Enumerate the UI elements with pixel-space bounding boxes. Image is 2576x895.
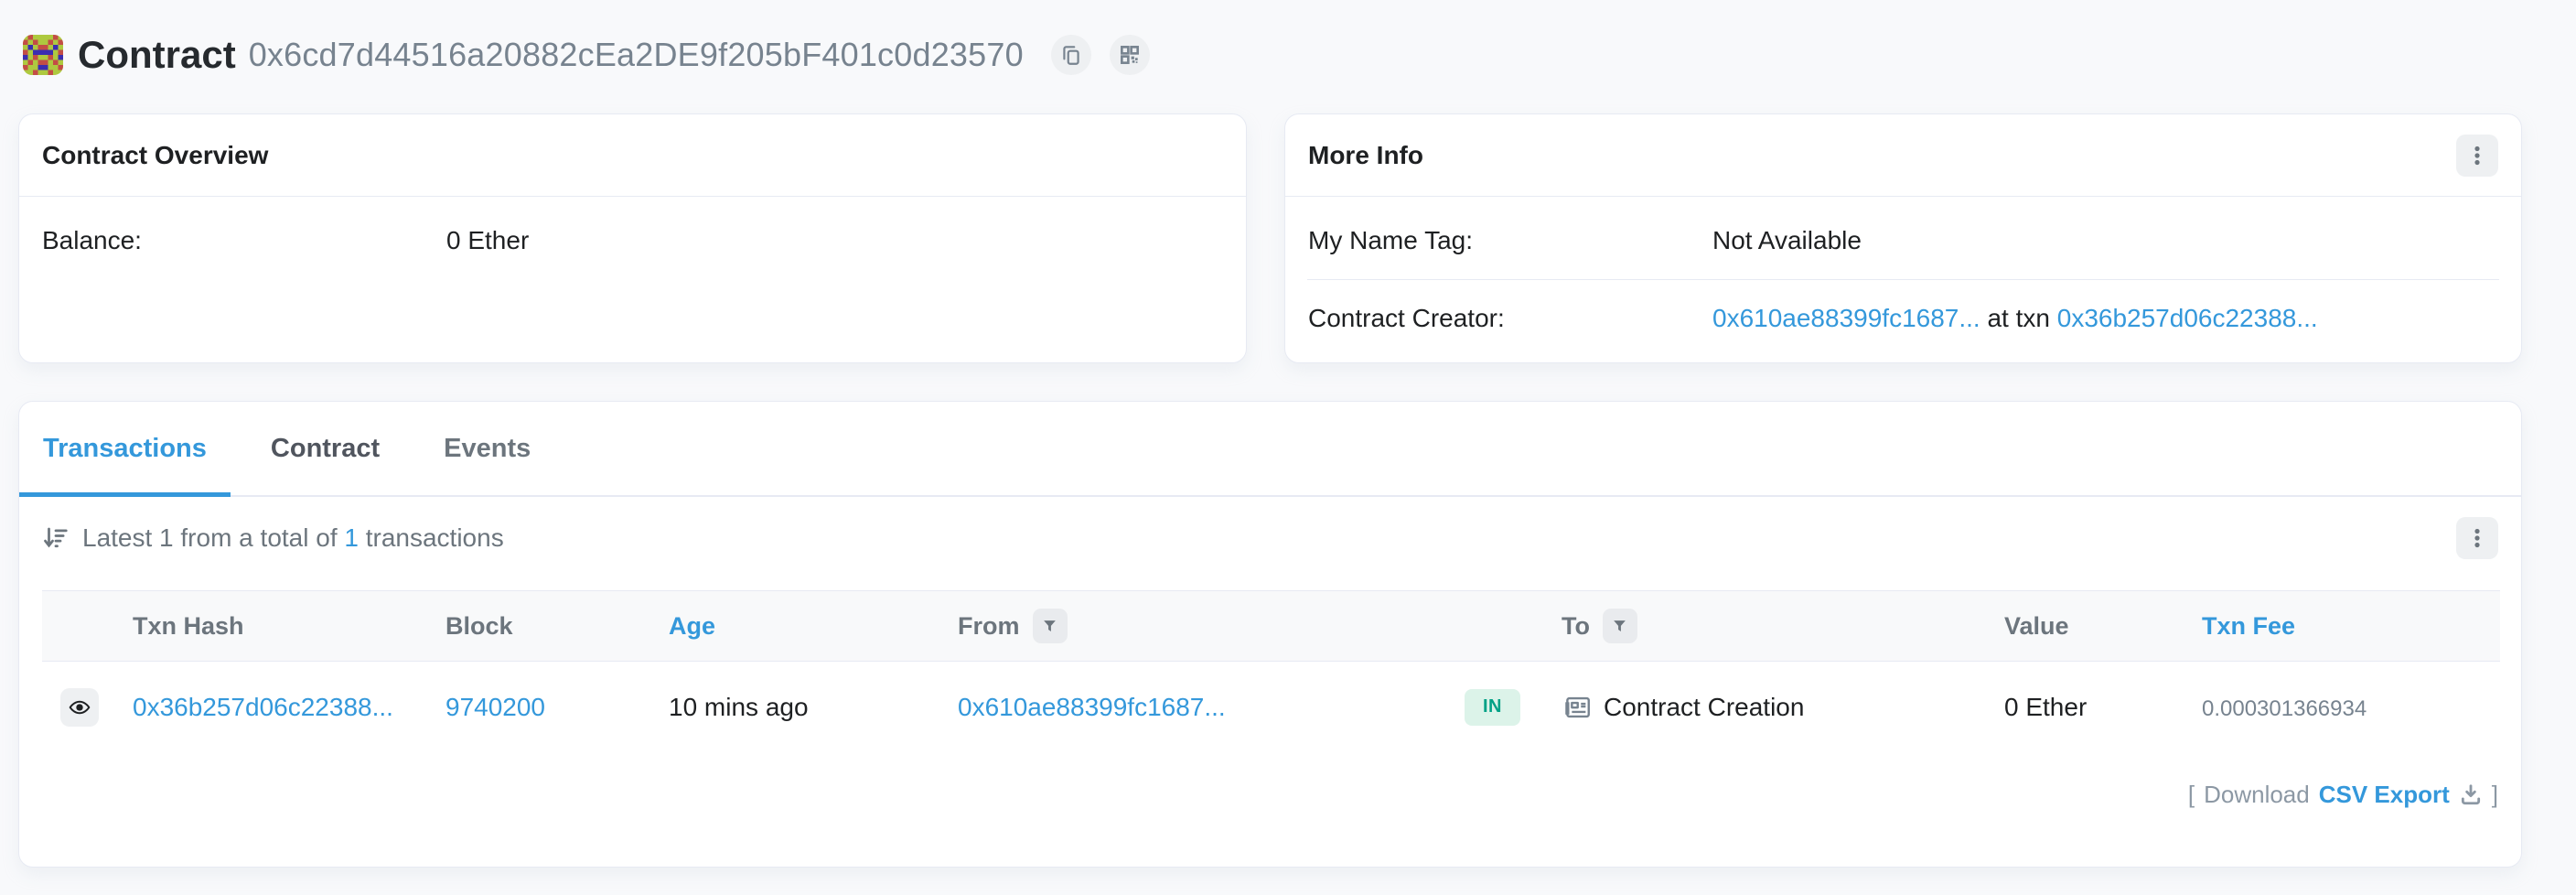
contract-creator-value: 0x610ae88399fc1687... at txn 0x36b257d06…	[1712, 304, 2318, 333]
creator-connector-text: at txn	[1987, 304, 2049, 332]
tab-transactions-label: Transactions	[43, 434, 207, 464]
balance-row: Balance: 0 Ether	[19, 197, 1246, 279]
tab-events[interactable]: Events	[420, 402, 554, 495]
transactions-card: Transactions Contract Events	[18, 401, 2522, 868]
to-text: Contract Creation	[1604, 693, 1804, 722]
column-header-to: To	[1547, 591, 2004, 662]
name-tag-row: My Name Tag: Not Available	[1285, 197, 2521, 279]
contract-overview-header: Contract Overview	[19, 114, 1246, 197]
tab-bar: Transactions Contract Events	[19, 402, 2521, 497]
column-header-txn-hash: Txn Hash	[133, 591, 445, 662]
summary-count-link[interactable]: 1	[344, 523, 359, 552]
table-header-row: Txn Hash Block Age From	[42, 591, 2500, 662]
more-info-card: More Info My Name Tag: Not Available Con…	[1284, 113, 2522, 363]
csv-bracket-close: ]	[2492, 781, 2498, 809]
filter-icon	[1611, 618, 1628, 635]
column-header-from-label: From	[958, 612, 1020, 641]
transactions-summary-row: Latest 1 from a total of 1 transactions	[19, 497, 2521, 559]
page-title: Contract	[78, 33, 236, 77]
kebab-menu-icon	[2466, 145, 2488, 167]
from-filter-button[interactable]	[1033, 609, 1068, 643]
creator-address-link[interactable]: 0x610ae88399fc1687...	[1712, 304, 1980, 332]
tab-contract-label: Contract	[271, 434, 380, 464]
column-header-age[interactable]: Age	[669, 591, 958, 662]
balance-label: Balance:	[42, 226, 446, 255]
table-row: 0x36b257d06c22388... 9740200 10 mins ago…	[42, 662, 2500, 753]
identicon-image	[23, 35, 63, 75]
eye-icon	[68, 696, 91, 719]
to-cell: Contract Creation	[1547, 662, 2004, 753]
contract-creator-label: Contract Creator:	[1308, 304, 1712, 333]
copy-icon	[1059, 43, 1083, 67]
name-tag-label: My Name Tag:	[1308, 226, 1712, 255]
column-header-to-label: To	[1562, 612, 1590, 641]
download-icon	[2459, 782, 2483, 806]
contract-overview-title: Contract Overview	[42, 141, 268, 170]
block-link[interactable]: 9740200	[445, 693, 545, 721]
tab-contract[interactable]: Contract	[247, 402, 403, 495]
qrcode-icon	[1118, 43, 1142, 67]
active-tab-underline	[19, 492, 231, 497]
from-address-link[interactable]: 0x610ae88399fc1687...	[958, 693, 1226, 721]
transactions-summary: Latest 1 from a total of 1 transactions	[42, 523, 504, 553]
column-header-txn-fee[interactable]: Txn Fee	[2202, 591, 2500, 662]
header-direction-spacer	[1455, 591, 1547, 662]
transactions-table: Txn Hash Block Age From	[42, 590, 2500, 753]
summary-cards-row: Contract Overview Balance: 0 Ether More …	[18, 113, 2522, 363]
summary-suffix-text: transactions	[366, 523, 504, 552]
transactions-table-zone: Txn Hash Block Age From	[42, 590, 2498, 753]
txn-hash-link[interactable]: 0x36b257d06c22388...	[133, 693, 393, 721]
tab-events-label: Events	[444, 434, 531, 464]
kebab-menu-icon	[2466, 527, 2488, 549]
contract-address: 0x6cd7d44516a20882cEa2DE9f205bF401c0d235…	[249, 36, 1024, 74]
column-header-from: From	[958, 591, 1455, 662]
csv-export-row: [ Download CSV Export ]	[42, 781, 2498, 809]
tab-transactions[interactable]: Transactions	[19, 402, 231, 495]
more-info-title: More Info	[1308, 141, 1423, 170]
header-actions	[1051, 35, 1150, 75]
name-tag-value: Not Available	[1712, 226, 1862, 255]
direction-cell: IN	[1455, 662, 1547, 753]
csv-export-link[interactable]: CSV Export	[2319, 781, 2450, 809]
txn-fee-value: 0.000301366934	[2202, 696, 2367, 721]
qr-code-button[interactable]	[1110, 35, 1150, 75]
txn-preview-button[interactable]	[60, 688, 99, 727]
contract-identicon	[23, 35, 63, 75]
value-cell: 0 Ether	[2004, 662, 2202, 753]
summary-prefix-text: Latest 1 from a total of	[82, 523, 338, 552]
header-eye-spacer	[42, 591, 133, 662]
copy-address-button[interactable]	[1051, 35, 1091, 75]
transactions-menu-button[interactable]	[2456, 517, 2498, 559]
age-cell: 10 mins ago	[669, 662, 958, 753]
to-filter-button[interactable]	[1603, 609, 1637, 643]
csv-bracket-open: [	[2188, 781, 2195, 809]
page: Contract 0x6cd7d44516a20882cEa2DE9f205bF…	[0, 0, 2576, 868]
balance-value: 0 Ether	[446, 226, 529, 255]
more-info-header: More Info	[1285, 114, 2521, 197]
creator-txn-link[interactable]: 0x36b257d06c22388...	[2057, 304, 2318, 332]
contract-creator-row: Contract Creator: 0x610ae88399fc1687... …	[1285, 280, 2521, 361]
csv-download-text: Download	[2204, 781, 2310, 809]
column-header-value: Value	[2004, 591, 2202, 662]
from-cell: 0x610ae88399fc1687...	[958, 662, 1455, 753]
txn-preview-cell	[42, 662, 133, 753]
filter-icon	[1041, 618, 1058, 635]
contract-overview-card: Contract Overview Balance: 0 Ether	[18, 113, 1247, 363]
direction-badge: IN	[1465, 689, 1520, 726]
block-cell: 9740200	[445, 662, 669, 753]
contract-creation-icon	[1562, 692, 1593, 723]
txn-fee-cell: 0.000301366934	[2202, 662, 2500, 753]
sort-icon	[42, 524, 70, 552]
page-header: Contract 0x6cd7d44516a20882cEa2DE9f205bF…	[18, 0, 2522, 77]
txn-hash-cell: 0x36b257d06c22388...	[133, 662, 445, 753]
column-header-block: Block	[445, 591, 669, 662]
more-info-menu-button[interactable]	[2456, 135, 2498, 177]
